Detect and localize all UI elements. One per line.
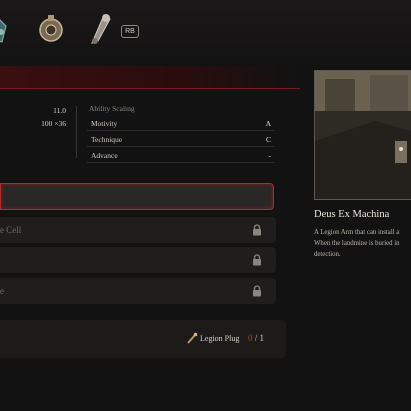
upgrade-slot-locked[interactable]: e [0,278,276,304]
grinder-wheel-icon[interactable] [34,10,68,48]
description-line: When the landmine is buried in [314,240,400,247]
item-description: A Legion Arm that can install a When the… [314,227,411,260]
legion-plug-count: 0 / 1 [248,333,264,343]
item-tab-bar: RB [0,0,411,58]
divider [76,106,77,158]
slot-label: e [0,286,4,296]
plug-current: 0 [248,333,253,343]
upgrade-slot-selected[interactable] [0,183,274,210]
lock-icon [253,285,261,297]
plug-total: 1 [259,333,265,343]
ability-grade: C [265,135,271,144]
legion-plug-label: Legion Plug [200,334,240,343]
puppet-arm-icon[interactable] [82,10,116,48]
legion-arm-icon[interactable] [0,10,20,48]
ability-grade: A [265,119,271,128]
stat-value: 11.0 [53,106,66,115]
rb-key-hint: RB [121,25,139,38]
lock-icon [253,224,261,236]
legion-plug-icon [187,332,198,344]
upgrade-slot-locked[interactable] [0,247,276,273]
header-highlight [0,66,300,89]
material-bar: Legion Plug 0 / 1 [0,320,286,358]
ability-scaling-title: Ability Scaling [89,104,135,113]
lock-icon [253,254,261,266]
stat-value: 100 ×36 [41,119,66,128]
ability-row-advance: Advance - [87,149,275,163]
item-preview-image [314,70,411,200]
ability-row-technique: Technique C [87,133,275,147]
ability-label: Advance [91,151,118,160]
description-line: detection. [314,251,341,258]
plug-separator: / [254,333,258,343]
ability-label: Motivity [91,119,118,128]
ability-row-motivity: Motivity A [87,117,275,131]
slot-label: e Cell [0,225,22,235]
item-name: Deus Ex Machina [314,209,390,220]
upgrade-slot-locked[interactable]: e Cell [0,217,276,243]
description-line: A Legion Arm that can install a [314,229,400,236]
ability-grade: - [268,151,272,160]
ability-label: Technique [91,135,123,144]
